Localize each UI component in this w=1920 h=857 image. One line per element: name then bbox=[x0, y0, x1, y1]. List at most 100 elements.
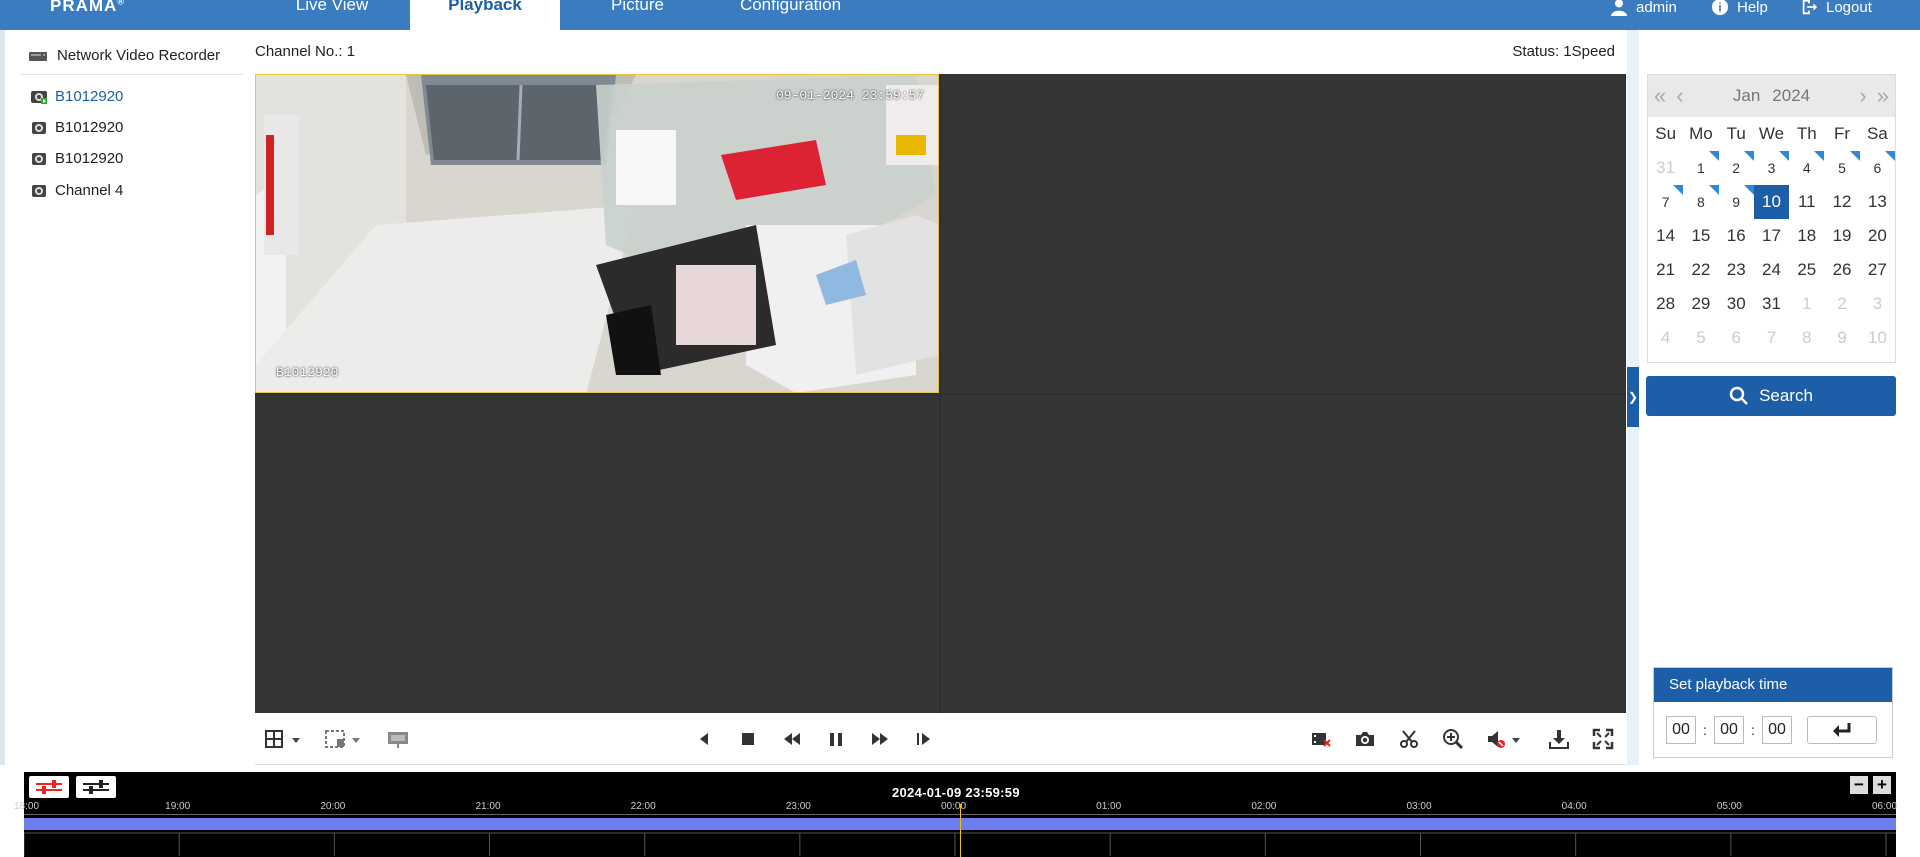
timeline-settings-button[interactable] bbox=[76, 776, 116, 798]
calendar-day[interactable]: 1 bbox=[1789, 287, 1824, 321]
frame-step-icon bbox=[917, 733, 930, 745]
tree-item-channel-1[interactable]: B1012920 bbox=[31, 88, 123, 105]
fullscreen-icon bbox=[1592, 728, 1614, 750]
single-frame-button[interactable] bbox=[913, 728, 935, 750]
fast-forward-button[interactable] bbox=[869, 728, 891, 750]
stop-button[interactable] bbox=[737, 728, 759, 750]
calendar-day[interactable]: 9 bbox=[1719, 185, 1755, 219]
calendar-day[interactable]: 5 bbox=[1824, 151, 1860, 185]
timeline-zoom-in-button[interactable]: + bbox=[1873, 776, 1891, 794]
osd-camera-name: B1012920 bbox=[276, 365, 339, 380]
search-button[interactable]: Search bbox=[1646, 376, 1896, 416]
calendar-day[interactable]: 11 bbox=[1789, 185, 1824, 219]
calendar-day[interactable]: 31 bbox=[1754, 287, 1789, 321]
calendar-day[interactable]: 14 bbox=[1648, 219, 1683, 253]
window-split-button[interactable] bbox=[325, 728, 365, 750]
calendar-day[interactable]: 27 bbox=[1860, 253, 1895, 287]
tab-live-view[interactable]: Live View bbox=[262, 0, 402, 30]
video-window-2[interactable] bbox=[941, 74, 1625, 393]
calendar-day[interactable]: 17 bbox=[1754, 219, 1789, 253]
timeline-zoom-out-button[interactable]: − bbox=[1850, 776, 1868, 794]
calendar-day[interactable]: 28 bbox=[1648, 287, 1683, 321]
calendar-day[interactable]: 15 bbox=[1683, 219, 1718, 253]
calendar-day[interactable]: 21 bbox=[1648, 253, 1683, 287]
event-tag-button[interactable] bbox=[1310, 728, 1332, 750]
calendar-day[interactable]: 3 bbox=[1754, 151, 1790, 185]
calendar-day[interactable]: 26 bbox=[1824, 253, 1859, 287]
calendar-day[interactable]: 7 bbox=[1648, 185, 1684, 219]
tree-item-channel-3[interactable]: B1012920 bbox=[31, 150, 123, 167]
next-month-icon[interactable]: › bbox=[1859, 83, 1866, 109]
playback-status-label: Status: 1Speed bbox=[1512, 43, 1615, 60]
calendar-day[interactable]: 23 bbox=[1719, 253, 1754, 287]
digital-zoom-button[interactable] bbox=[1442, 728, 1464, 750]
calendar-day[interactable]: 2 bbox=[1824, 287, 1859, 321]
collapse-panel-button[interactable]: ❯ bbox=[1627, 367, 1639, 427]
calendar-day[interactable]: 30 bbox=[1719, 287, 1754, 321]
calendar-day[interactable]: 12 bbox=[1824, 185, 1859, 219]
calendar-day[interactable]: 6 bbox=[1719, 321, 1754, 355]
second-input[interactable]: 00 bbox=[1762, 716, 1792, 744]
minute-input[interactable]: 00 bbox=[1714, 716, 1744, 744]
calendar-day[interactable]: 3 bbox=[1860, 287, 1895, 321]
audio-button[interactable] bbox=[1486, 728, 1526, 750]
brand-logo: PRAMA® bbox=[50, 0, 125, 15]
tree-item-channel-4[interactable]: Channel 4 bbox=[31, 182, 123, 199]
calendar-day[interactable]: 13 bbox=[1860, 185, 1895, 219]
window-layout-button[interactable] bbox=[265, 728, 305, 750]
next-year-icon[interactable]: » bbox=[1877, 83, 1889, 109]
slow-forward-button[interactable] bbox=[781, 728, 803, 750]
calendar-day[interactable]: 8 bbox=[1789, 321, 1824, 355]
pause-button[interactable] bbox=[825, 728, 847, 750]
prev-year-icon[interactable]: « bbox=[1654, 83, 1666, 109]
reverse-play-button[interactable] bbox=[693, 728, 715, 750]
calendar-day[interactable]: 8 bbox=[1683, 185, 1719, 219]
calendar-day[interactable]: 5 bbox=[1683, 321, 1718, 355]
calendar-day[interactable]: 16 bbox=[1719, 219, 1754, 253]
calendar-year[interactable]: 2024 bbox=[1772, 86, 1810, 106]
calendar-day[interactable]: 10 bbox=[1860, 321, 1895, 355]
apply-time-button[interactable] bbox=[1807, 716, 1877, 744]
timeline-playback-mode-button[interactable] bbox=[29, 776, 69, 798]
calendar-day[interactable]: 4 bbox=[1648, 321, 1683, 355]
logout-link[interactable]: Logout bbox=[1800, 0, 1872, 16]
digital-zoom-view-button[interactable] bbox=[387, 728, 409, 750]
calendar-day[interactable]: 4 bbox=[1789, 151, 1825, 185]
calendar-day[interactable]: 1 bbox=[1683, 151, 1719, 185]
tab-configuration[interactable]: Configuration bbox=[718, 0, 863, 30]
calendar-day[interactable]: 22 bbox=[1683, 253, 1718, 287]
calendar-day[interactable]: 31 bbox=[1648, 151, 1683, 185]
calendar-day[interactable]: 19 bbox=[1824, 219, 1859, 253]
user-menu[interactable]: admin bbox=[1610, 0, 1677, 16]
tree-item-label: B1012920 bbox=[55, 119, 124, 136]
calendar-day[interactable]: 7 bbox=[1754, 321, 1789, 355]
timeline-cursor[interactable] bbox=[960, 804, 961, 857]
prev-month-icon[interactable]: ‹ bbox=[1676, 83, 1683, 109]
tree-item-channel-2[interactable]: B1012920 bbox=[31, 119, 123, 136]
video-window-1[interactable]: 09-01-2024 23:59:57 B1012920 bbox=[255, 74, 939, 393]
calendar-day[interactable]: 20 bbox=[1860, 219, 1895, 253]
capture-button[interactable] bbox=[1354, 728, 1376, 750]
tab-picture[interactable]: Picture bbox=[575, 0, 700, 30]
calendar-day[interactable]: 2 bbox=[1719, 151, 1755, 185]
calendar-day-selected[interactable]: 10 bbox=[1753, 185, 1790, 219]
calendar-day[interactable]: 24 bbox=[1754, 253, 1789, 287]
weekday-label: Mo bbox=[1689, 124, 1713, 143]
hour-input[interactable]: 00 bbox=[1666, 716, 1696, 744]
calendar-day[interactable]: 6 bbox=[1860, 151, 1896, 185]
calendar-day[interactable]: 18 bbox=[1789, 219, 1824, 253]
download-button[interactable] bbox=[1548, 728, 1570, 750]
timeline[interactable]: − + 2024-01-09 23:59:59 18:00 19:00 20:00 2… bbox=[14, 772, 1897, 857]
video-window-4[interactable] bbox=[941, 395, 1625, 714]
calendar-day[interactable]: 9 bbox=[1824, 321, 1859, 355]
calendar-month[interactable]: Jan bbox=[1733, 86, 1760, 106]
tab-playback[interactable]: Playback bbox=[410, 0, 560, 30]
logout-label: Logout bbox=[1826, 0, 1872, 16]
tree-root-nvr[interactable]: Network Video Recorder bbox=[28, 47, 220, 64]
calendar-day[interactable]: 29 bbox=[1683, 287, 1718, 321]
video-window-3[interactable] bbox=[255, 395, 939, 714]
clip-button[interactable] bbox=[1398, 728, 1420, 750]
help-link[interactable]: i Help bbox=[1711, 0, 1768, 16]
fullscreen-button[interactable] bbox=[1592, 728, 1614, 750]
calendar-day[interactable]: 25 bbox=[1789, 253, 1824, 287]
